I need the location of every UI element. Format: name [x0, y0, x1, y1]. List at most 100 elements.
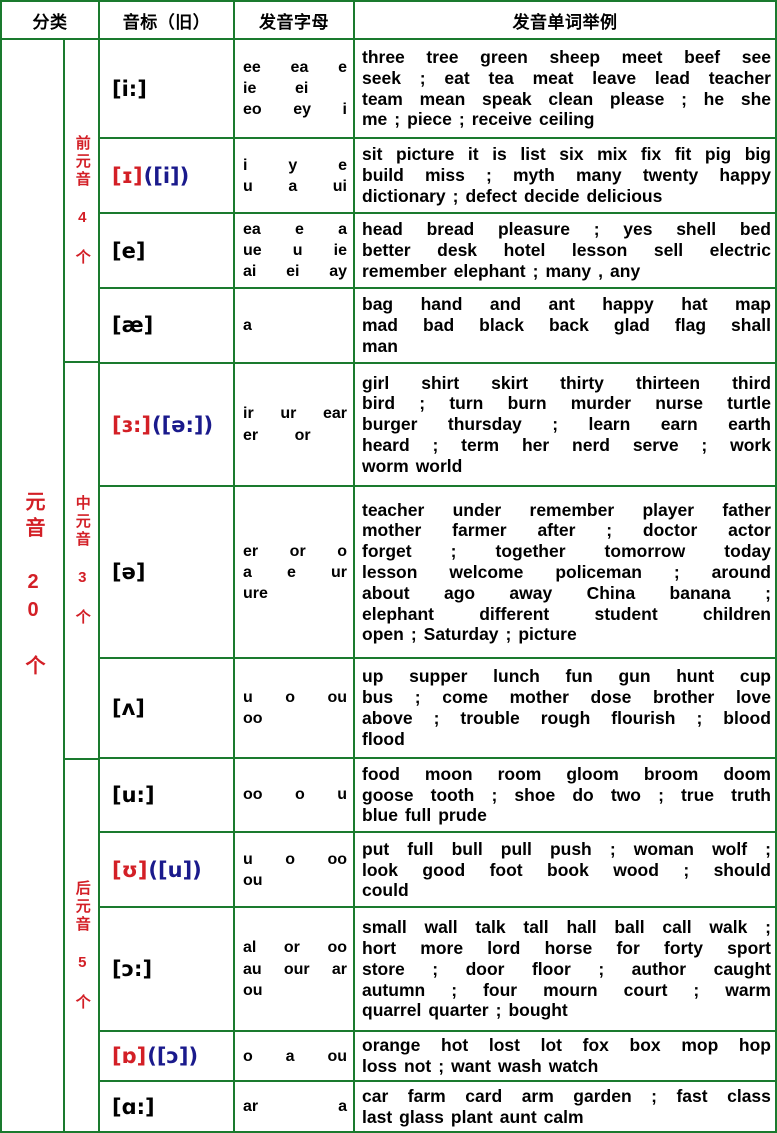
- example-word: small: [362, 917, 407, 938]
- example-words-line: orange hot lost lot fox box mop hop: [362, 1035, 771, 1056]
- example-word: receive: [471, 109, 533, 130]
- example-words-line: bus; come mother dose brother love: [362, 687, 771, 708]
- example-word: class: [727, 1085, 771, 1106]
- example-word: bus: [362, 687, 394, 708]
- example-word: different: [479, 603, 550, 624]
- letter-token: or: [294, 426, 311, 444]
- example-words-line: bird; turn burn murder nurse turtle: [362, 393, 771, 414]
- example-word: skirt: [491, 372, 529, 393]
- row-open-o-short: [ɒ] ([ɔ]) o a ou orange hot lost lot fox box mop hop…: [100, 1031, 775, 1083]
- example-word: hop: [738, 1035, 771, 1056]
- example-word: dictionary: [362, 186, 446, 207]
- example-word: head: [362, 219, 403, 240]
- letter-token: a: [285, 1047, 295, 1065]
- example-word: black: [479, 315, 524, 335]
- example-word: picture: [396, 144, 455, 165]
- phonetic-symbol-main: [ɜ:]: [112, 412, 152, 437]
- example-word: ;: [532, 260, 539, 281]
- example-word: bed: [739, 219, 771, 240]
- letter-token: ie: [243, 80, 257, 98]
- example-word: should: [713, 859, 771, 880]
- example-word: miss: [424, 165, 465, 186]
- example-word: blood: [723, 708, 771, 728]
- example-word: lot: [540, 1035, 563, 1056]
- example-word: mop: [681, 1035, 719, 1056]
- vowel-group-column: 前元音 4 个中元音 3 个后元音 5 个: [65, 40, 100, 1131]
- phonetic-symbol-cell: [e]: [100, 214, 235, 287]
- letters-line: ir ur ear: [243, 403, 347, 424]
- example-word: push: [549, 838, 592, 859]
- letters-line: u o oo: [243, 849, 347, 870]
- phonetic-symbol-main: [ɪ]: [112, 163, 143, 188]
- letter-token: a: [243, 316, 252, 334]
- phonetic-symbol-main: [u:]: [112, 783, 155, 808]
- example-word: open: [362, 624, 404, 645]
- vowel-category-label: 元音 20 个: [22, 490, 44, 681]
- letter-token: u: [243, 177, 253, 195]
- example-word: glad: [613, 315, 650, 335]
- example-word: sheep: [549, 46, 601, 67]
- example-words-cell: bag hand and ant happy hat map mad bad black back g…: [355, 289, 775, 362]
- example-word: car: [362, 1085, 389, 1106]
- example-word: happy: [719, 165, 771, 186]
- example-words-cell: up supper lunch fun gun hunt cup bus; come mother…: [355, 659, 775, 756]
- letters-line: oo: [243, 708, 347, 729]
- example-word: ;: [414, 687, 421, 708]
- letters-line: ou: [243, 870, 347, 891]
- example-word: yes: [623, 219, 653, 240]
- example-word: twenty: [642, 165, 699, 186]
- example-word: book: [547, 859, 589, 880]
- spelling-letters-cell: u o oo ou: [235, 833, 355, 907]
- example-word: shoe: [514, 784, 556, 805]
- example-word: court: [623, 979, 668, 1000]
- letter-token: ou: [327, 1047, 347, 1065]
- example-word: ;: [765, 917, 771, 938]
- phonetic-symbol-main: [æ]: [112, 313, 154, 338]
- example-word: murder: [570, 393, 632, 414]
- letter-token: ar: [243, 1098, 259, 1116]
- spelling-letters-cell: al or oo au our ar ou: [235, 908, 355, 1030]
- header-cell-category: 分类: [2, 2, 100, 38]
- example-word: glass: [399, 1106, 444, 1127]
- spelling-letters-cell: ir ur ear er or: [235, 363, 355, 486]
- example-word: term: [461, 435, 500, 455]
- phonetic-symbol-cell: [ɒ] ([ɔ]): [100, 1031, 235, 1081]
- letter-token: i: [342, 101, 347, 119]
- example-word: box: [629, 1035, 661, 1056]
- example-word: her: [521, 435, 550, 455]
- example-word: China: [586, 582, 636, 603]
- phonetic-symbol-cell: [ɪ] ([i]): [100, 139, 235, 213]
- example-word: build: [362, 165, 404, 186]
- example-word: calm: [543, 1106, 584, 1127]
- example-word: thirty: [560, 372, 604, 393]
- example-word: horse: [544, 937, 593, 958]
- example-word: ;: [452, 186, 459, 207]
- letter-token: ie: [333, 241, 347, 259]
- example-word: nurse: [655, 393, 703, 414]
- phonetic-symbol-main: [ɔ:]: [112, 957, 153, 982]
- example-words-line: store; door floor; author caught: [362, 959, 771, 980]
- example-words-line: remember elephant; many, any: [362, 261, 771, 282]
- example-word: bag: [362, 294, 394, 315]
- example-word: garden: [573, 1085, 632, 1106]
- letters-line: a: [243, 315, 347, 336]
- letters-line: ure: [243, 583, 347, 604]
- example-word: hand: [420, 294, 463, 315]
- example-word: full: [407, 838, 434, 859]
- example-word: team: [362, 88, 403, 109]
- example-words-line: quarrel quarter; bought: [362, 1000, 771, 1021]
- letter-token: e: [287, 563, 296, 581]
- example-word: foot: [489, 859, 523, 880]
- example-word: up: [362, 666, 384, 687]
- example-words-line: head bread pleasure; yes shell bed: [362, 219, 771, 240]
- example-words-line: put full bull pull push; woman wolf;: [362, 839, 771, 860]
- letters-line: a e ur: [243, 562, 347, 583]
- example-words-line: autumn; four mourn court; warm: [362, 980, 771, 1001]
- example-words-line: forget; together tomorrow today: [362, 541, 771, 562]
- example-words-line: team mean speak clean please; he she: [362, 89, 771, 110]
- example-word: card: [465, 1085, 503, 1106]
- example-word: sit: [362, 144, 383, 165]
- letter-token: u: [292, 241, 303, 259]
- example-word: ;: [765, 838, 771, 859]
- example-word: please: [609, 88, 665, 109]
